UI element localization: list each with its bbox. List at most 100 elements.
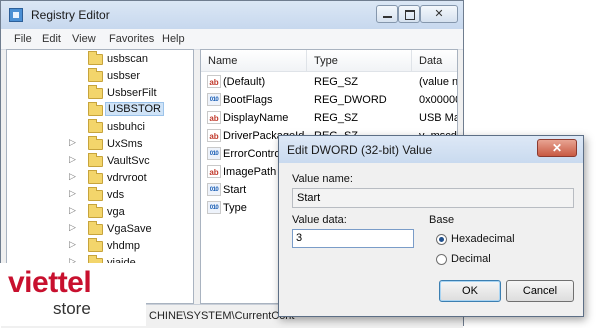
base-group: Base Hexadecimal Decimal [429,214,575,270]
folder-icon [88,238,103,252]
base-label: Base [429,214,455,226]
status-path: CHINE\SYSTEM\CurrentCont [149,310,295,322]
value-name: BootFlags [223,94,273,106]
tree-item[interactable]: usbuhci [7,118,193,136]
dialog-title: Edit DWORD (32-bit) Value [287,143,433,157]
binary-value-icon: 010 [207,201,221,214]
expand-arrow-icon[interactable]: ▷ [69,239,79,250]
tree-item-label: VaultSvc [107,155,150,167]
tree-item-label: vga [107,206,125,218]
tree-item[interactable]: ▷ VaultSvc [7,152,193,170]
string-value-icon: ab [207,111,221,124]
folder-icon [88,221,103,235]
expand-arrow-icon[interactable]: ▷ [69,222,79,233]
folder-icon [88,68,103,82]
tree-item-label: VgaSave [107,223,152,235]
value-type: REG_SZ [314,76,359,88]
edit-dword-dialog: Edit DWORD (32-bit) Value ✕ Value name: … [278,135,584,317]
tree-item[interactable]: ▷ vhdmp [7,237,193,255]
tree-item-label: UsbserFilt [107,87,157,99]
tree-item-label: USBSTOR [105,102,164,116]
tree-item[interactable]: UsbserFilt [7,84,193,102]
value-row[interactable]: 010 BootFlags REG_DWORD 0x00000 [201,91,457,109]
binary-value-icon: 010 [207,147,221,160]
folder-icon [88,136,103,150]
menu-bar: File Edit View Favorites Help [1,29,463,50]
value-type: REG_DWORD [314,94,387,106]
string-value-icon: ab [207,129,221,142]
tree-item-label: UxSms [107,138,143,150]
value-name-field: Start [292,188,574,208]
hexadecimal-label[interactable]: Hexadecimal [451,233,515,245]
folder-icon [88,187,103,201]
tree-item-selected[interactable]: USBSTOR [7,101,193,119]
tree-item-label: vdrvroot [107,172,147,184]
tree-item[interactable]: ▷ vds [7,186,193,204]
value-data: USB Ma [419,112,458,124]
tree-item-label: usbser [107,70,141,82]
folder-icon [88,119,103,133]
folder-icon [88,85,103,99]
value-name: ErrorControl [223,148,283,160]
column-header-data[interactable]: Data [412,50,457,72]
dialog-close-button[interactable]: ✕ [537,139,577,157]
string-value-icon: ab [207,165,221,178]
column-header-name[interactable]: Name [201,50,307,72]
close-button[interactable] [420,5,458,23]
minimize-button[interactable] [376,5,398,23]
value-data-label: Value data: [292,214,347,226]
menu-favorites[interactable]: Favorites [109,33,154,45]
value-data: (value n [419,76,458,88]
menu-help[interactable]: Help [162,33,185,45]
hexadecimal-radio[interactable] [436,234,447,245]
value-row[interactable]: ab (Default) REG_SZ (value n [201,73,457,91]
watermark-brand: viettel [8,266,92,299]
tree-item-label: usbscan [107,53,148,65]
expand-arrow-icon[interactable]: ▷ [69,137,79,148]
binary-value-icon: 010 [207,93,221,106]
expand-arrow-icon[interactable]: ▷ [69,205,79,216]
string-value-icon: ab [207,75,221,88]
column-header-type[interactable]: Type [307,50,412,72]
menu-file[interactable]: File [14,33,32,45]
tree-item[interactable]: usbscan [7,50,193,68]
registry-app-icon [9,8,23,22]
value-name-label: Value name: [292,173,353,185]
decimal-label[interactable]: Decimal [451,253,491,265]
decimal-radio[interactable] [436,254,447,265]
ok-button[interactable]: OK [439,280,501,302]
value-data-input[interactable]: 3 [292,229,414,248]
viettel-store-watermark: viettel store [0,263,146,326]
folder-icon [88,51,103,65]
value-name: Type [223,202,247,214]
window-title: Registry Editor [31,8,110,22]
expand-arrow-icon[interactable]: ▷ [69,154,79,165]
folder-icon [88,153,103,167]
tree-item-label: vds [107,189,125,201]
folder-icon [88,102,103,116]
value-name: Start [223,184,247,196]
value-name: DisplayName [223,112,289,124]
dialog-body: Value name: Start Value data: 3 Base Hex… [286,164,574,309]
maximize-button[interactable] [398,5,420,23]
value-name: (Default) [223,76,266,88]
binary-value-icon: 010 [207,183,221,196]
tree-item[interactable]: ▷ vdrvroot [7,169,193,187]
tree-item-label: usbuhci [107,121,145,133]
tree-item[interactable]: ▷ VgaSave [7,220,193,238]
value-row[interactable]: ab DisplayName REG_SZ USB Ma [201,109,457,127]
tree-item-label: vhdmp [107,240,141,252]
cancel-button[interactable]: Cancel [506,280,574,302]
tree-item[interactable]: usbser [7,67,193,85]
folder-icon [88,170,103,184]
menu-edit[interactable]: Edit [42,33,61,45]
expand-arrow-icon[interactable]: ▷ [69,188,79,199]
expand-arrow-icon[interactable]: ▷ [69,171,79,182]
menu-view[interactable]: View [72,33,96,45]
tree-item[interactable]: ▷ UxSms [7,135,193,153]
tree-item[interactable]: ▷ vga [7,203,193,221]
value-data: 0x00000 [419,94,458,106]
dialog-title-bar: Edit DWORD (32-bit) Value ✕ [279,136,583,163]
title-bar: Registry Editor [1,1,463,29]
value-name: ImagePath [223,166,277,178]
